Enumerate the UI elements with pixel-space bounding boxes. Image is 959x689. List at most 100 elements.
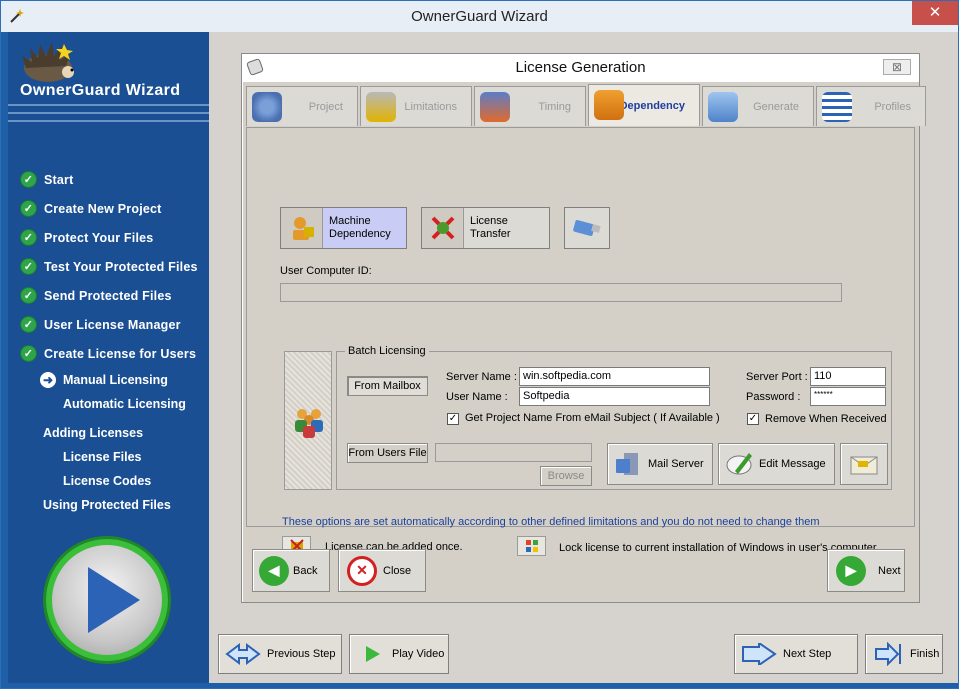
- server-name-label: Server Name :: [446, 371, 517, 383]
- mail-server-button[interactable]: Mail Server: [607, 443, 713, 485]
- get-project-name-checkbox[interactable]: ✓: [447, 413, 459, 425]
- next-button[interactable]: ▶ Next: [827, 549, 905, 592]
- check-icon: ✓: [20, 229, 37, 246]
- check-icon: ✓: [20, 200, 37, 217]
- play-video-icon: [366, 646, 380, 662]
- lock-icon: [366, 92, 396, 122]
- previous-step-button[interactable]: Previous Step: [218, 634, 342, 674]
- step-test-files[interactable]: ✓ Test Your Protected Files: [8, 252, 209, 281]
- remove-when-received-checkbox[interactable]: ✓: [747, 413, 759, 425]
- step-create-license[interactable]: ✓ Create License for Users: [8, 339, 209, 368]
- title-bar: OwnerGuard Wizard ✕: [1, 1, 958, 32]
- server-port-label: Server Port :: [746, 371, 808, 383]
- app-window: OwnerGuard Wizard ✕ OwnerGuard Wizard ✓ S…: [0, 0, 959, 689]
- arrow-right-icon: ➜: [40, 372, 56, 388]
- user-name-field[interactable]: Softpedia: [519, 387, 710, 406]
- user-lock-icon: [594, 90, 624, 120]
- user-name-label: User Name :: [446, 391, 508, 403]
- server-name-field[interactable]: win.softpedia.com: [519, 367, 710, 386]
- batch-licensing-group: Batch Licensing From Mailbox Server Name…: [336, 345, 892, 490]
- check-icon: ✓: [20, 287, 37, 304]
- sub-manual-licensing[interactable]: ➜ Manual Licensing: [8, 368, 209, 392]
- wizard-steps: ✓ Start ✓ Create New Project ✓ Protect Your…: [8, 165, 209, 517]
- from-users-file-button[interactable]: From Users File: [347, 443, 428, 463]
- transfer-cross-icon: [422, 208, 464, 248]
- machine-dependency-button[interactable]: Machine Dependency: [280, 207, 407, 249]
- calculator-icon: [708, 92, 738, 122]
- check-icon: ✓: [20, 345, 37, 362]
- arrow-right-icon: ▶: [836, 555, 866, 586]
- tab-generate[interactable]: Generate: [702, 86, 814, 126]
- window-title: OwnerGuard Wizard: [411, 8, 548, 25]
- step-send-files[interactable]: ✓ Send Protected Files: [8, 281, 209, 310]
- double-arrow-left-icon: [225, 643, 261, 665]
- tab-dependency[interactable]: Dependency: [588, 84, 700, 126]
- envelope-icon: [850, 456, 878, 475]
- check-icon: ✓: [20, 258, 37, 275]
- gear-icon: [252, 92, 282, 122]
- finish-button[interactable]: Finish: [865, 634, 943, 674]
- dependency-panel: Machine Dependency License Transfer User C…: [246, 127, 915, 556]
- sidebar-logo: OwnerGuard Wizard: [8, 32, 209, 132]
- check-icon: ✓: [20, 316, 37, 333]
- usb-dongle-button[interactable]: [564, 207, 610, 249]
- batch-licensing-card: [284, 351, 332, 490]
- remove-when-received-label: Remove When Received: [765, 413, 887, 425]
- tab-profiles[interactable]: Profiles: [816, 86, 926, 126]
- play-video-button[interactable]: Play Video: [349, 634, 449, 674]
- license-transfer-button[interactable]: License Transfer: [421, 207, 550, 249]
- browse-button[interactable]: Browse: [540, 466, 592, 486]
- main-area: License Generation ⊠ Project Limitations…: [209, 32, 958, 683]
- back-button[interactable]: ◀ Back: [252, 549, 330, 592]
- window-close-button[interactable]: ✕: [912, 1, 958, 25]
- check-icon: ✓: [20, 171, 37, 188]
- tab-limitations[interactable]: Limitations: [360, 86, 472, 126]
- batch-licensing-title: Batch Licensing: [345, 345, 429, 357]
- step-start[interactable]: ✓ Start: [8, 165, 209, 194]
- step-license-manager[interactable]: ✓ User License Manager: [8, 310, 209, 339]
- section-adding-licenses[interactable]: Adding Licenses: [8, 421, 209, 445]
- edit-message-button[interactable]: Edit Message: [718, 443, 835, 485]
- tab-strip: Project Limitations Timing Dependency Ge…: [246, 84, 928, 128]
- next-step-button[interactable]: Next Step: [734, 634, 858, 674]
- get-project-name-label: Get Project Name From eMail Subject ( If…: [465, 412, 720, 424]
- close-button[interactable]: ✕ Close: [338, 549, 426, 592]
- play-icon: [88, 567, 140, 633]
- users-file-field[interactable]: [435, 443, 592, 462]
- close-circle-icon: ✕: [347, 555, 377, 586]
- license-generation-dialog: License Generation ⊠ Project Limitations…: [241, 53, 926, 603]
- password-field[interactable]: ******: [810, 387, 886, 406]
- user-computer-id-label: User Computer ID:: [280, 265, 372, 277]
- double-arrow-right-icon: [742, 643, 777, 665]
- users-group-icon: [295, 409, 323, 438]
- play-big-button[interactable]: [46, 539, 168, 661]
- user-lock-icon: [281, 208, 323, 248]
- list-icon: [822, 92, 852, 122]
- dialog-close-button[interactable]: ⊠: [883, 59, 911, 75]
- step-create-project[interactable]: ✓ Create New Project: [8, 194, 209, 223]
- tab-timing[interactable]: Timing: [474, 86, 586, 126]
- windows-lock-indicator: [517, 536, 546, 556]
- user-computer-id-field[interactable]: [280, 283, 842, 302]
- from-mailbox-button[interactable]: From Mailbox: [347, 376, 428, 396]
- dialog-title: License Generation: [242, 54, 919, 82]
- sub-license-codes[interactable]: License Codes: [8, 469, 209, 493]
- arrow-left-icon: ◀: [259, 555, 289, 586]
- finish-arrow-icon: [875, 642, 901, 666]
- mail-server-icon: [616, 453, 638, 475]
- sidebar: OwnerGuard Wizard ✓ Start ✓ Create New Pro…: [8, 32, 209, 683]
- password-label: Password :: [746, 391, 801, 403]
- sub-automatic-licensing[interactable]: Automatic Licensing: [8, 392, 209, 416]
- sidebar-brand: OwnerGuard Wizard: [20, 82, 181, 99]
- section-using-protected-files[interactable]: Using Protected Files: [8, 493, 209, 517]
- windows-icon: [525, 540, 538, 552]
- step-protect-files[interactable]: ✓ Protect Your Files: [8, 223, 209, 252]
- auto-options-note: These options are set automatically acco…: [282, 516, 820, 528]
- tab-project[interactable]: Project: [246, 86, 358, 126]
- envelope-button[interactable]: [840, 443, 888, 485]
- sub-license-files[interactable]: License Files: [8, 445, 209, 469]
- usb-icon: [573, 220, 601, 236]
- hedgehog-logo-icon: [22, 42, 74, 82]
- calendar-clock-icon: [480, 92, 510, 122]
- server-port-field[interactable]: 110: [810, 367, 886, 386]
